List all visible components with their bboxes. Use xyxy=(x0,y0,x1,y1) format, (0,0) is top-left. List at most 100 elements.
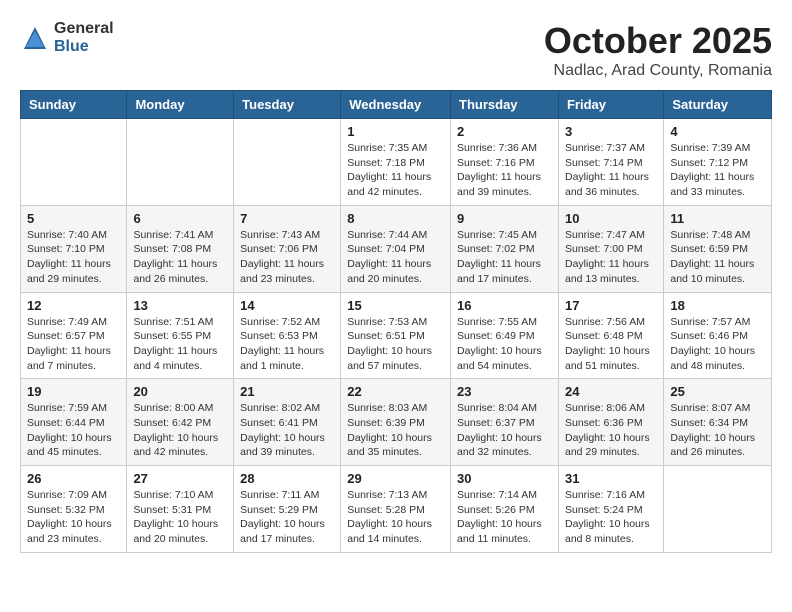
calendar-cell: 30Sunrise: 7:14 AM Sunset: 5:26 PM Dayli… xyxy=(451,466,559,553)
calendar-cell: 18Sunrise: 7:57 AM Sunset: 6:46 PM Dayli… xyxy=(664,292,772,379)
calendar-week-row: 19 Sunrise: 7:59 AM Sunset: 6:44 PM Dayli… xyxy=(21,379,772,466)
logo: General Blue xyxy=(20,20,114,55)
day-number: 17 xyxy=(565,298,657,313)
day-info: Sunrise: 7:40 AM Sunset: 7:10 PM Dayligh… xyxy=(27,228,120,287)
calendar-cell: 29 Sunrise: 7:13 AM Sunset: 5:28 PM Dayli… xyxy=(341,466,451,553)
calendar-cell: 3 Sunrise: 7:37 AM Sunset: 7:14 PM Daylig… xyxy=(558,119,663,206)
day-info: Sunrise: 8:03 AM Sunset: 6:39 PM Dayligh… xyxy=(347,401,444,460)
day-number: 11 xyxy=(670,211,765,226)
calendar-cell: 2Sunrise: 7:36 AM Sunset: 7:16 PM Daylig… xyxy=(451,119,559,206)
day-number: 4 xyxy=(670,124,765,139)
day-number: 7 xyxy=(240,211,334,226)
calendar-cell: 5 Sunrise: 7:40 AM Sunset: 7:10 PM Daylig… xyxy=(21,205,127,292)
day-number: 29 xyxy=(347,471,444,486)
day-info: Sunrise: 8:06 AM Sunset: 6:36 PM Dayligh… xyxy=(565,401,657,460)
day-info: Sunrise: 7:13 AM Sunset: 5:28 PM Dayligh… xyxy=(347,488,444,547)
weekday-header: Saturday xyxy=(664,91,772,119)
day-number: 20 xyxy=(133,384,227,399)
calendar-cell: 13 Sunrise: 7:51 AM Sunset: 6:55 PM Dayli… xyxy=(127,292,234,379)
weekday-header: Friday xyxy=(558,91,663,119)
calendar-cell: 28 Sunrise: 7:11 AM Sunset: 5:29 PM Dayli… xyxy=(234,466,341,553)
calendar-week-row: 26Sunrise: 7:09 AM Sunset: 5:32 PM Dayli… xyxy=(21,466,772,553)
day-info: Sunrise: 7:11 AM Sunset: 5:29 PM Dayligh… xyxy=(240,488,334,547)
calendar-cell: 9Sunrise: 7:45 AM Sunset: 7:02 PM Daylig… xyxy=(451,205,559,292)
day-number: 10 xyxy=(565,211,657,226)
day-number: 21 xyxy=(240,384,334,399)
calendar-cell: 8 Sunrise: 7:44 AM Sunset: 7:04 PM Daylig… xyxy=(341,205,451,292)
day-number: 5 xyxy=(27,211,120,226)
day-info: Sunrise: 8:02 AM Sunset: 6:41 PM Dayligh… xyxy=(240,401,334,460)
day-number: 31 xyxy=(565,471,657,486)
day-number: 1 xyxy=(347,124,444,139)
day-number: 8 xyxy=(347,211,444,226)
calendar-cell xyxy=(664,466,772,553)
weekday-header: Sunday xyxy=(21,91,127,119)
logo-icon xyxy=(20,23,50,53)
day-number: 27 xyxy=(133,471,227,486)
day-info: Sunrise: 7:10 AM Sunset: 5:31 PM Dayligh… xyxy=(133,488,227,547)
day-info: Sunrise: 7:57 AM Sunset: 6:46 PM Dayligh… xyxy=(670,315,765,374)
calendar-cell: 23Sunrise: 8:04 AM Sunset: 6:37 PM Dayli… xyxy=(451,379,559,466)
day-info: Sunrise: 8:00 AM Sunset: 6:42 PM Dayligh… xyxy=(133,401,227,460)
day-number: 13 xyxy=(133,298,227,313)
day-number: 6 xyxy=(133,211,227,226)
day-info: Sunrise: 8:07 AM Sunset: 6:34 PM Dayligh… xyxy=(670,401,765,460)
calendar-cell: 6Sunrise: 7:41 AM Sunset: 7:08 PM Daylig… xyxy=(127,205,234,292)
calendar-cell: 7 Sunrise: 7:43 AM Sunset: 7:06 PM Daylig… xyxy=(234,205,341,292)
day-number: 22 xyxy=(347,384,444,399)
day-info: Sunrise: 7:52 AM Sunset: 6:53 PM Dayligh… xyxy=(240,315,334,374)
calendar-cell: 31 Sunrise: 7:16 AM Sunset: 5:24 PM Dayli… xyxy=(558,466,663,553)
calendar-cell: 14 Sunrise: 7:52 AM Sunset: 6:53 PM Dayli… xyxy=(234,292,341,379)
day-number: 12 xyxy=(27,298,120,313)
day-info: Sunrise: 7:35 AM Sunset: 7:18 PM Dayligh… xyxy=(347,141,444,200)
day-info: Sunrise: 7:43 AM Sunset: 7:06 PM Dayligh… xyxy=(240,228,334,287)
day-info: Sunrise: 7:37 AM Sunset: 7:14 PM Dayligh… xyxy=(565,141,657,200)
weekday-header: Wednesday xyxy=(341,91,451,119)
calendar-cell xyxy=(127,119,234,206)
logo-general: General xyxy=(54,20,114,38)
logo-blue: Blue xyxy=(54,38,114,56)
day-info: Sunrise: 7:48 AM Sunset: 6:59 PM Dayligh… xyxy=(670,228,765,287)
title-block: October 2025 Nadlac, Arad County, Romani… xyxy=(544,20,772,80)
day-info: Sunrise: 7:44 AM Sunset: 7:04 PM Dayligh… xyxy=(347,228,444,287)
day-info: Sunrise: 7:51 AM Sunset: 6:55 PM Dayligh… xyxy=(133,315,227,374)
calendar-cell: 22 Sunrise: 8:03 AM Sunset: 6:39 PM Dayli… xyxy=(341,379,451,466)
day-info: Sunrise: 7:59 AM Sunset: 6:44 PM Dayligh… xyxy=(27,401,120,460)
weekday-header-row: SundayMondayTuesdayWednesdayThursdayFrid… xyxy=(21,91,772,119)
day-number: 23 xyxy=(457,384,552,399)
calendar-cell: 16Sunrise: 7:55 AM Sunset: 6:49 PM Dayli… xyxy=(451,292,559,379)
calendar-table: SundayMondayTuesdayWednesdayThursdayFrid… xyxy=(20,90,772,553)
day-number: 2 xyxy=(457,124,552,139)
day-info: Sunrise: 7:49 AM Sunset: 6:57 PM Dayligh… xyxy=(27,315,120,374)
page-header: General Blue October 2025 Nadlac, Arad C… xyxy=(20,20,772,80)
calendar-cell: 25Sunrise: 8:07 AM Sunset: 6:34 PM Dayli… xyxy=(664,379,772,466)
day-number: 26 xyxy=(27,471,120,486)
day-info: Sunrise: 7:16 AM Sunset: 5:24 PM Dayligh… xyxy=(565,488,657,547)
weekday-header: Monday xyxy=(127,91,234,119)
calendar-cell: 11 Sunrise: 7:48 AM Sunset: 6:59 PM Dayli… xyxy=(664,205,772,292)
calendar-cell: 21 Sunrise: 8:02 AM Sunset: 6:41 PM Dayli… xyxy=(234,379,341,466)
calendar-week-row: 1 Sunrise: 7:35 AM Sunset: 7:18 PM Daylig… xyxy=(21,119,772,206)
calendar-cell: 1 Sunrise: 7:35 AM Sunset: 7:18 PM Daylig… xyxy=(341,119,451,206)
day-info: Sunrise: 7:45 AM Sunset: 7:02 PM Dayligh… xyxy=(457,228,552,287)
month-title: October 2025 xyxy=(544,20,772,62)
calendar-cell: 20 Sunrise: 8:00 AM Sunset: 6:42 PM Dayli… xyxy=(127,379,234,466)
calendar-cell: 24Sunrise: 8:06 AM Sunset: 6:36 PM Dayli… xyxy=(558,379,663,466)
calendar-cell xyxy=(21,119,127,206)
day-number: 19 xyxy=(27,384,120,399)
calendar-cell: 17Sunrise: 7:56 AM Sunset: 6:48 PM Dayli… xyxy=(558,292,663,379)
day-info: Sunrise: 7:53 AM Sunset: 6:51 PM Dayligh… xyxy=(347,315,444,374)
calendar-week-row: 5 Sunrise: 7:40 AM Sunset: 7:10 PM Daylig… xyxy=(21,205,772,292)
day-number: 14 xyxy=(240,298,334,313)
day-number: 3 xyxy=(565,124,657,139)
calendar-cell: 12 Sunrise: 7:49 AM Sunset: 6:57 PM Dayli… xyxy=(21,292,127,379)
day-info: Sunrise: 7:39 AM Sunset: 7:12 PM Dayligh… xyxy=(670,141,765,200)
weekday-header: Thursday xyxy=(451,91,559,119)
day-number: 15 xyxy=(347,298,444,313)
calendar-week-row: 12 Sunrise: 7:49 AM Sunset: 6:57 PM Dayli… xyxy=(21,292,772,379)
calendar-cell xyxy=(234,119,341,206)
day-number: 28 xyxy=(240,471,334,486)
day-number: 30 xyxy=(457,471,552,486)
location: Nadlac, Arad County, Romania xyxy=(544,62,772,80)
weekday-header: Tuesday xyxy=(234,91,341,119)
